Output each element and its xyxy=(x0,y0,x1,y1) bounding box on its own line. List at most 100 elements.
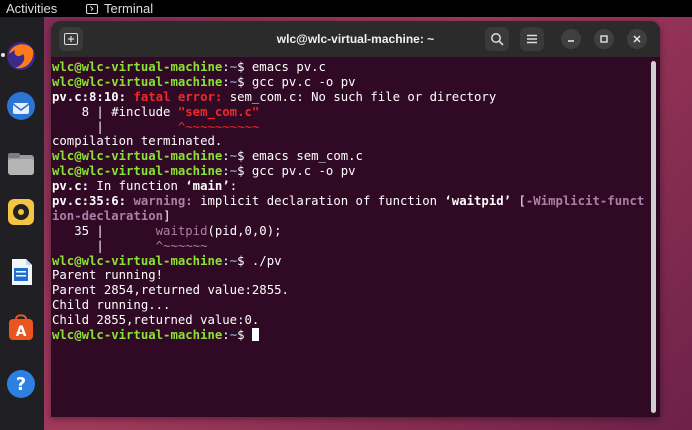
prompt-sep: : xyxy=(222,74,230,89)
prompt-user: wlc@wlc-virtual-machine xyxy=(52,60,223,74)
software-icon[interactable]: A xyxy=(4,310,38,344)
terminal-window: wlc@wlc-virtual-machine: ~ wlc@wlc-virtu… xyxy=(51,21,660,417)
prompt-dollar: $ xyxy=(237,164,245,179)
menu-button[interactable] xyxy=(520,27,544,51)
command: emacs sem_com.c xyxy=(244,149,363,164)
dock: A ? xyxy=(0,17,44,430)
prompt-path: ~ xyxy=(229,74,238,89)
error-kind: fatal error: xyxy=(126,89,223,104)
terminal-line: pv.c: In function ‘main’: xyxy=(52,179,652,194)
terminal-line: | ^~~~~~~~~~~ xyxy=(52,120,652,135)
terminal-line: wlc@wlc-virtual-machine:~$ emacs sem_com… xyxy=(52,149,652,164)
error-message: sem_com.c: No such file or directory xyxy=(222,89,497,104)
note-colon: : xyxy=(229,179,238,194)
prompt-path: ~ xyxy=(229,60,238,74)
prompt-sep: : xyxy=(222,253,230,268)
terminal-line: 8 | #include "sem_com.c" xyxy=(52,105,652,120)
minimize-icon xyxy=(568,40,574,42)
terminal-line: pv.c:8:10: fatal error: sem_com.c: No su… xyxy=(52,90,652,105)
close-button[interactable] xyxy=(627,29,647,49)
prompt-sep: : xyxy=(222,164,230,179)
activities-button[interactable]: Activities xyxy=(6,0,57,17)
prompt-user: wlc@wlc-virtual-machine xyxy=(52,253,223,268)
app-menu-label: Terminal xyxy=(104,1,154,16)
files-icon[interactable] xyxy=(4,147,38,181)
prompt-path: ~ xyxy=(229,328,238,343)
terminal-line: 35 | waitpid(pid,0,0); xyxy=(52,224,652,239)
caret-prefix: | xyxy=(52,119,178,134)
writer-icon[interactable] xyxy=(4,255,38,289)
svg-text:A: A xyxy=(16,324,27,340)
command: gcc pv.c -o pv xyxy=(244,164,356,179)
terminal-line: wlc@wlc-virtual-machine:~$ xyxy=(52,328,652,343)
maximize-button[interactable] xyxy=(594,29,614,49)
terminal-icon xyxy=(86,3,98,14)
warning-message: implicit declaration of function xyxy=(192,194,445,209)
command: emacs pv.c xyxy=(244,60,326,74)
prompt-sep: : xyxy=(222,149,230,164)
title-bar[interactable]: wlc@wlc-virtual-machine: ~ xyxy=(51,21,660,57)
terminal-line: wlc@wlc-virtual-machine:~$ gcc pv.c -o p… xyxy=(52,164,652,179)
prompt-path: ~ xyxy=(229,253,238,268)
caret-prefix: | xyxy=(52,238,156,253)
terminal-line: Child 2855,returned value:0. xyxy=(52,313,260,328)
hamburger-icon xyxy=(527,34,537,44)
terminal-output[interactable]: wlc@wlc-virtual-machine:~$ emacs pv.c wl… xyxy=(51,60,652,415)
svg-text:?: ? xyxy=(16,374,26,395)
terminal-line: ion-declaration] xyxy=(52,209,652,224)
prompt-path: ~ xyxy=(229,149,238,164)
warning-flag: ion-declaration xyxy=(52,208,164,223)
terminal-line: Parent running! xyxy=(52,268,164,283)
search-button[interactable] xyxy=(485,27,509,51)
prompt-dollar: $ xyxy=(237,149,245,164)
close-icon xyxy=(633,35,641,43)
terminal-line: Parent 2854,returned value:2855. xyxy=(52,283,289,298)
prompt-sep: : xyxy=(222,328,230,343)
note-location: pv.c: xyxy=(52,179,90,194)
prompt-dollar: $ xyxy=(237,74,245,89)
prompt-path: ~ xyxy=(229,164,238,179)
source-rest: (pid,0,0); xyxy=(207,223,282,238)
minimize-button[interactable] xyxy=(561,29,581,49)
warning-bracket: [ xyxy=(511,194,526,209)
prompt-user: wlc@wlc-virtual-machine xyxy=(52,164,223,179)
prompt-dollar: $ xyxy=(237,60,245,74)
rhythmbox-icon[interactable] xyxy=(4,195,38,229)
prompt-dollar: $ xyxy=(237,328,245,343)
source-prefix: 35 | xyxy=(52,223,156,238)
prompt-sep: : xyxy=(222,60,230,74)
note-message: In function xyxy=(89,179,186,194)
source-prefix: 8 | #include xyxy=(52,104,178,119)
command: ./pv xyxy=(244,253,282,268)
source-highlight: "sem_com.c" xyxy=(177,104,260,119)
terminal-line: wlc@wlc-virtual-machine:~$ gcc pv.c -o p… xyxy=(52,75,652,90)
prompt-user: wlc@wlc-virtual-machine xyxy=(52,74,223,89)
maximize-icon xyxy=(600,35,608,43)
warning-kind: warning: xyxy=(126,194,193,209)
search-icon xyxy=(491,33,504,46)
top-bar: Activities Terminal xyxy=(0,0,692,17)
help-icon[interactable]: ? xyxy=(4,367,38,401)
terminal-line: wlc@wlc-virtual-machine:~$ ./pv xyxy=(52,254,652,269)
prompt-user: wlc@wlc-virtual-machine xyxy=(52,328,223,343)
terminal-line: pv.c:35:6: warning: implicit declaration… xyxy=(52,194,652,209)
caret-marker: ^~~~~~~~~~~ xyxy=(177,119,260,134)
prompt-user: wlc@wlc-virtual-machine xyxy=(52,149,223,164)
firefox-icon[interactable] xyxy=(4,39,38,73)
function-name: ‘main’ xyxy=(185,179,230,194)
caret-marker: ^~~~~~~ xyxy=(155,238,208,253)
scrollbar[interactable] xyxy=(651,61,656,413)
prompt-dollar: $ xyxy=(237,253,245,268)
warning-function: ‘waitpid’ xyxy=(444,194,512,209)
terminal-line: compilation terminated. xyxy=(52,134,223,149)
warning-location: pv.c:35:6: xyxy=(52,194,127,209)
terminal-line: wlc@wlc-virtual-machine:~$ emacs pv.c xyxy=(52,60,652,75)
app-menu[interactable]: Terminal xyxy=(86,0,153,17)
error-location: pv.c:8:10: xyxy=(52,89,127,104)
warning-bracket: ] xyxy=(163,208,171,223)
thunderbird-icon[interactable] xyxy=(4,89,38,123)
terminal-line: | ^~~~~~~ xyxy=(52,239,652,254)
text-cursor xyxy=(251,328,259,342)
warning-flag: -Wimplicit-funct xyxy=(525,194,645,209)
command: gcc pv.c -o pv xyxy=(244,74,356,89)
